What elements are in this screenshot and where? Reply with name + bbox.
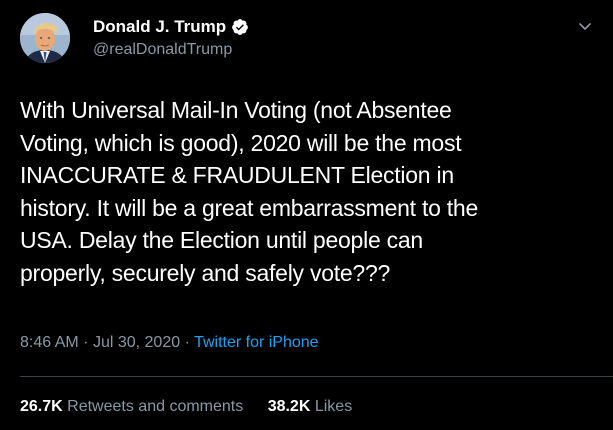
- likes-stat[interactable]: 38.2K Likes: [268, 398, 353, 416]
- tweet-meta: 8:46 AM · Jul 30, 2020 · Twitter for iPh…: [20, 334, 319, 352]
- likes-count: 38.2K: [267, 398, 311, 415]
- meta-separator: ·: [184, 334, 190, 351]
- retweets-count: 26.7K: [20, 398, 63, 415]
- meta-separator: ·: [83, 334, 89, 351]
- tweet-text: With Universal Mail-In Voting (not Absen…: [20, 97, 478, 286]
- verified-badge-icon: [231, 18, 249, 36]
- tweet-stats: 26.7K Retweets and comments 38.2K Likes: [20, 398, 352, 416]
- divider: [20, 376, 613, 377]
- tweet-date[interactable]: Jul 30, 2020: [93, 334, 180, 351]
- tweet-time[interactable]: 8:46 AM: [20, 334, 79, 351]
- tweet-source-link[interactable]: Twitter for iPhone: [194, 334, 319, 351]
- retweets-stat[interactable]: 26.7K Retweets and comments: [20, 398, 243, 416]
- chevron-down-icon[interactable]: [577, 18, 593, 34]
- likes-label: Likes: [314, 398, 353, 415]
- author-handle[interactable]: @realDonaldTrump: [93, 41, 232, 59]
- avatar-portrait-image: [20, 13, 70, 63]
- avatar[interactable]: [20, 13, 70, 63]
- retweets-label: Retweets and comments: [67, 398, 244, 415]
- author-name-row[interactable]: Donald J. Trump: [93, 16, 249, 38]
- author-display-name[interactable]: Donald J. Trump: [93, 17, 226, 37]
